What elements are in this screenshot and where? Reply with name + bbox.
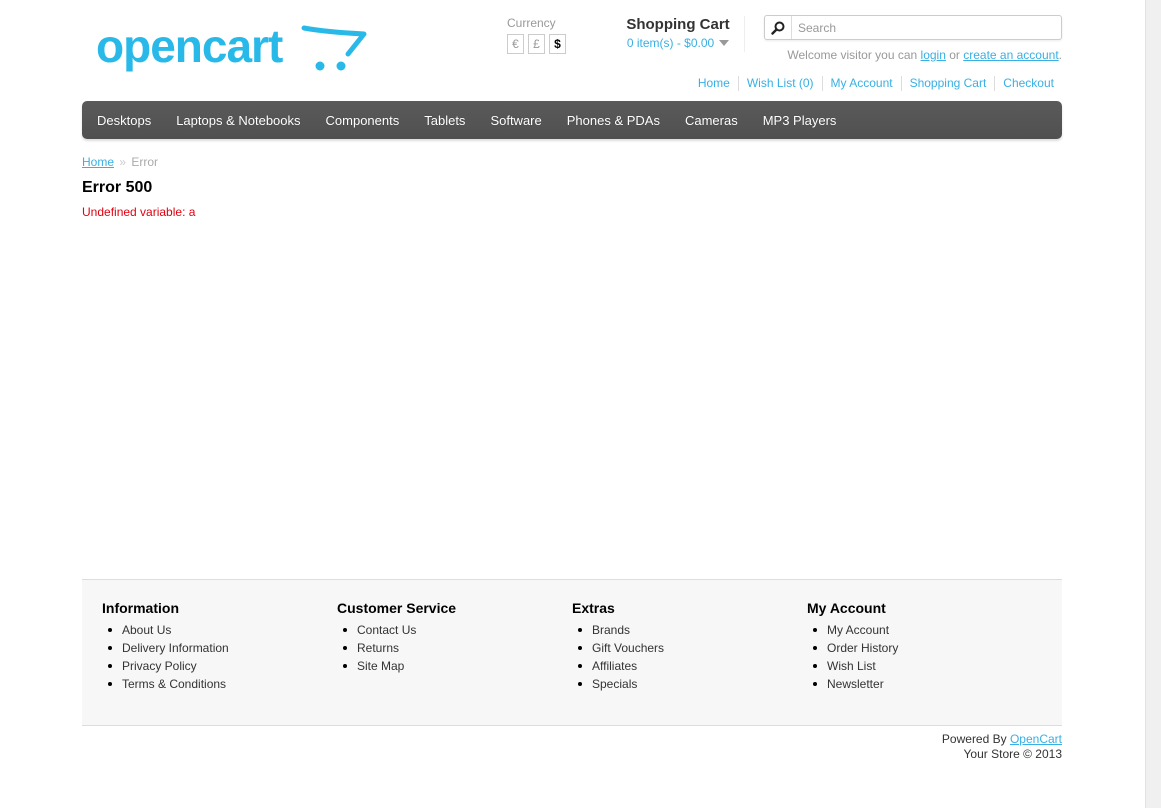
page-scrollbar[interactable]	[1145, 0, 1161, 808]
breadcrumb-current: Error	[131, 155, 159, 169]
welcome-message: Welcome visitor you can login or create …	[787, 48, 1062, 62]
create-account-link[interactable]: create an account	[963, 48, 1058, 62]
footer-column-my-account: My Account My Account Order History Wish…	[807, 600, 1042, 693]
footer-link-order-history[interactable]: Order History	[807, 639, 1042, 657]
breadcrumb-separator: »	[119, 155, 127, 169]
footer-column-title: My Account	[807, 600, 886, 616]
menu-item-tablets[interactable]: Tablets	[411, 113, 477, 128]
footer-link-my-account[interactable]: My Account	[807, 621, 1042, 639]
menu-item-desktops[interactable]: Desktops	[84, 113, 163, 128]
footer-column-title: Customer Service	[337, 600, 457, 616]
top-link-checkout[interactable]: Checkout	[994, 76, 1062, 91]
cart-widget[interactable]: Shopping Cart 0 item(s) - $0.00	[612, 16, 745, 52]
search-box	[764, 15, 1062, 40]
footer-link-specials[interactable]: Specials	[572, 675, 807, 693]
footer-column-title: Information	[102, 600, 179, 616]
footer-link-site-map[interactable]: Site Map	[337, 657, 572, 675]
top-link-my-account[interactable]: My Account	[821, 76, 901, 91]
breadcrumb-home[interactable]: Home	[82, 155, 114, 169]
footer-column-title: Extras	[572, 600, 615, 616]
footer-link-terms-conditions[interactable]: Terms & Conditions	[102, 675, 337, 693]
menu-item-components[interactable]: Components	[313, 113, 412, 128]
menu-item-phones-pdas[interactable]: Phones & PDAs	[554, 113, 672, 128]
category-menu: Desktops Laptops & Notebooks Components …	[82, 101, 1062, 139]
footer-link-affiliates[interactable]: Affiliates	[572, 657, 807, 675]
welcome-suffix: .	[1058, 48, 1062, 62]
currency-pound-button[interactable]: £	[528, 34, 545, 54]
powered-prefix: Powered By	[941, 732, 1010, 746]
svg-text:opencart: opencart	[96, 22, 283, 72]
footer: Information About Us Delivery Informatio…	[82, 579, 1062, 726]
search-icon	[771, 21, 785, 35]
top-link-wish-list[interactable]: Wish List (0)	[737, 76, 822, 91]
opencart-logo[interactable]: opencart	[96, 20, 368, 78]
breadcrumb: Home » Error	[82, 155, 158, 169]
currency-euro-button[interactable]: €	[507, 34, 524, 54]
top-link-home[interactable]: Home	[690, 76, 738, 91]
welcome-middle: or	[945, 48, 964, 62]
footer-link-returns[interactable]: Returns	[337, 639, 572, 657]
footer-column-information: Information About Us Delivery Informatio…	[102, 600, 337, 693]
footer-link-wish-list[interactable]: Wish List	[807, 657, 1042, 675]
footer-link-newsletter[interactable]: Newsletter	[807, 675, 1042, 693]
footer-link-contact-us[interactable]: Contact Us	[337, 621, 572, 639]
opencart-link[interactable]: OpenCart	[1010, 732, 1062, 746]
powered-by: Powered By OpenCart Your Store © 2013	[942, 732, 1062, 762]
currency-selector: Currency € £ $	[507, 16, 577, 54]
opencart-logo-icon: opencart	[96, 20, 367, 72]
footer-link-gift-vouchers[interactable]: Gift Vouchers	[572, 639, 807, 657]
error-message: Undefined variable: a	[82, 205, 196, 219]
page-title: Error 500	[82, 179, 153, 196]
currency-label: Currency	[507, 16, 556, 30]
menu-item-software[interactable]: Software	[477, 113, 553, 128]
page-container: opencart Currency € £ $ Shopping Cart 0 …	[82, 0, 1062, 808]
footer-link-brands[interactable]: Brands	[572, 621, 807, 639]
copyright: Your Store © 2013	[963, 747, 1062, 761]
top-links: Home Wish List (0) My Account Shopping C…	[690, 76, 1062, 91]
menu-item-mp3-players[interactable]: MP3 Players	[750, 113, 849, 128]
footer-column-customer-service: Customer Service Contact Us Returns Site…	[337, 600, 572, 675]
cart-total[interactable]: 0 item(s) - $0.00	[627, 36, 714, 50]
login-link[interactable]: login	[921, 48, 946, 62]
menu-item-cameras[interactable]: Cameras	[672, 113, 750, 128]
footer-link-about-us[interactable]: About Us	[102, 621, 337, 639]
footer-link-privacy-policy[interactable]: Privacy Policy	[102, 657, 337, 675]
chevron-down-icon[interactable]	[719, 40, 730, 46]
welcome-prefix: Welcome visitor you can	[787, 48, 921, 62]
currency-dollar-button[interactable]: $	[549, 34, 566, 54]
footer-link-delivery-information[interactable]: Delivery Information	[102, 639, 337, 657]
menu-item-laptops-notebooks[interactable]: Laptops & Notebooks	[163, 113, 312, 128]
search-input[interactable]	[792, 16, 1061, 39]
cart-heading: Shopping Cart	[626, 16, 730, 33]
search-button[interactable]	[765, 16, 792, 39]
footer-column-extras: Extras Brands Gift Vouchers Affiliates S…	[572, 600, 807, 693]
top-link-shopping-cart[interactable]: Shopping Cart	[900, 76, 995, 91]
